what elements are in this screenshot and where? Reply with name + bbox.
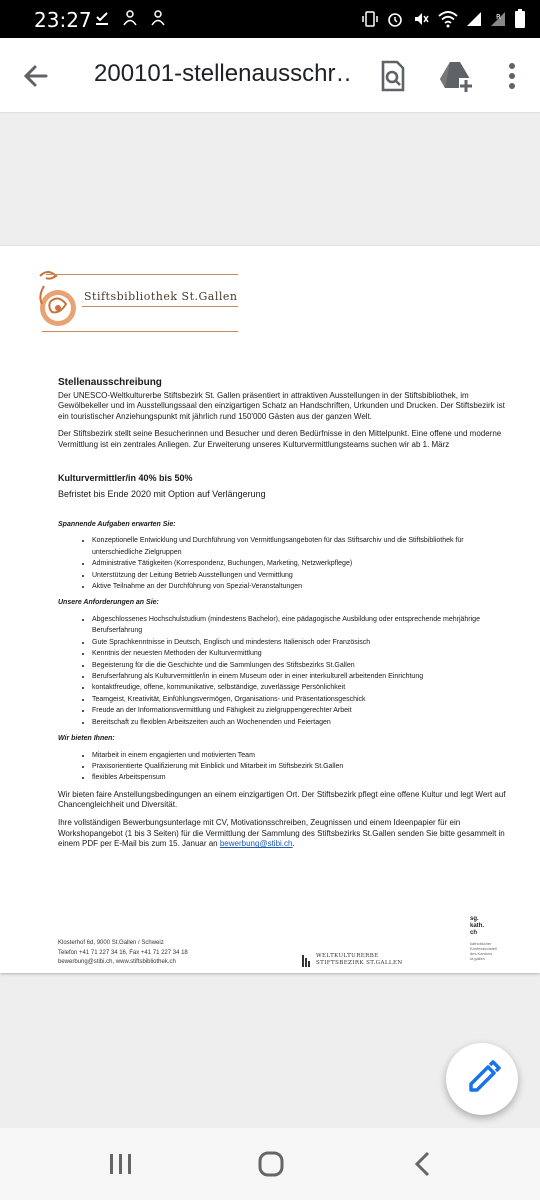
- svg-text:R: R: [496, 13, 501, 21]
- intro-paragraph: Der Stiftsbezirk stellt seine Besucherin…: [58, 429, 502, 449]
- list-item: kontaktfreudige, offene, kommunikative, …: [92, 682, 514, 693]
- home-icon: [258, 1151, 284, 1177]
- back-arrow-button[interactable]: [18, 58, 54, 94]
- search-document-icon: [381, 60, 405, 92]
- more-vert-icon: [509, 63, 515, 89]
- list-item: Abgeschlossenes Hochschulstudium (mindes…: [92, 614, 514, 637]
- signal-icon: [467, 12, 481, 26]
- job-subtitle: Befristet bis Ende 2020 mit Option auf V…: [58, 489, 266, 500]
- list-item: Berufserfahrung als Kulturvermittler/in …: [92, 671, 514, 682]
- system-back-button[interactable]: [404, 1148, 440, 1180]
- application-paragraph: Ihre vollständigen Bewerbungsunterlage m…: [58, 818, 514, 850]
- add-to-drive-button[interactable]: [437, 58, 473, 94]
- recent-apps-button[interactable]: [102, 1148, 138, 1180]
- list-item: Mitarbeit in einem engagierten und motiv…: [92, 750, 514, 761]
- list-item: Praxisorientierte Qualifizierung mit Ein…: [92, 761, 514, 772]
- status-right-icons: R: [362, 9, 526, 29]
- list-item: Bereitschaft zu flexiblen Arbeitszeiten …: [92, 717, 514, 728]
- closing-paragraph: Wir bieten faire Anstellungsbedingungen …: [58, 789, 506, 810]
- alarm-icon: [388, 13, 402, 27]
- logo-rule-middle: [82, 306, 238, 307]
- edit-pencil-icon: [469, 1060, 501, 1092]
- wifi-icon: [438, 11, 458, 28]
- ornamental-initial-icon: [39, 271, 76, 326]
- sg-logo-line: kath.: [470, 923, 485, 929]
- document-page: Stiftsbibliothek St.Gallen Stellenaussch…: [0, 246, 540, 973]
- sg-kath-logo: sg. kath. ch katholischer Konfessionstei…: [470, 916, 497, 961]
- check-download-icon: [96, 12, 108, 25]
- list-item: Unterstützung der Leitung Betrieb Ausste…: [92, 570, 514, 581]
- section-heading: Spannende Aufgaben erwarten Sie:: [58, 520, 176, 528]
- footer-phone: Telefon +41 71 227 34 16, Fax +41 71 227…: [58, 949, 188, 956]
- list-item: Teamgeist, Kreativität, Einfühlungsvermö…: [92, 694, 514, 705]
- application-email-link[interactable]: bewerbung@stibi.ch: [220, 839, 293, 848]
- heritage-line-2: Stiftsbezirk St.Gallen: [316, 960, 403, 966]
- logo-wordmark: Stiftsbibliothek St.Gallen: [84, 290, 238, 303]
- vibrate-icon: [362, 11, 378, 27]
- heritage-emblem-icon: [302, 955, 310, 967]
- more-options-button[interactable]: [494, 58, 530, 94]
- footer-heritage: Weltkulturerbe Stiftsbezirk St.Gallen: [302, 953, 403, 967]
- list-item: Aktive Teilnahme an der Durchführung von…: [92, 581, 514, 592]
- requirements-list: Abgeschlossenes Hochschulstudium (mindes…: [58, 614, 514, 728]
- intro-paragraph: Der UNESCO-Weltkulturerbe Stiftsbezirk S…: [58, 390, 505, 421]
- list-item: Kenntnis der neuesten Methoden der Kultu…: [92, 648, 514, 659]
- list-item: Konzeptionelle Entwicklung und Durchführ…: [92, 535, 514, 558]
- sg-sub-line: st.gallen: [470, 956, 485, 961]
- footer-web: bewerbung@stibi.ch, www.stiftsbibliothek…: [58, 959, 176, 966]
- section-heading: Unsere Anforderungen an Sie:: [58, 599, 159, 607]
- home-button[interactable]: [252, 1148, 288, 1180]
- app-bar: 200101-stellenausschr…: [0, 38, 540, 113]
- person-icon: [123, 10, 137, 26]
- logo-rule-bottom: [42, 331, 238, 332]
- tasks-list: Konzeptionelle Entwicklung und Durchführ…: [58, 535, 514, 592]
- status-time: 23:27: [34, 8, 92, 32]
- document-heading: Stellenausschreibung: [58, 377, 162, 388]
- list-item: flexibles Arbeitspensum: [92, 772, 514, 783]
- find-in-document-button[interactable]: [375, 58, 411, 94]
- section-heading: Wir bieten Ihnen:: [58, 735, 115, 743]
- back-arrow-icon: [23, 65, 48, 87]
- list-item: Begeisterung für die die Geschichte und …: [92, 660, 514, 671]
- list-item: Administrative Tätigkeiten (Korresponden…: [92, 558, 514, 569]
- sg-logo-subtitle: katholischer Konfessionsteil des Kantons…: [470, 941, 497, 961]
- document-title: 200101-stellenausschr…: [94, 60, 354, 87]
- status-bar: 23:27 R: [0, 0, 540, 38]
- stiftsbibliothek-logo: Stiftsbibliothek St.Gallen: [34, 268, 238, 332]
- list-item: Freude an der Informationsvermittlung un…: [92, 705, 514, 716]
- status-left-icons: [94, 10, 166, 26]
- logo-rule-top: [46, 274, 238, 275]
- edit-fab-button[interactable]: [446, 1043, 518, 1115]
- sg-logo-line: sg.: [470, 916, 479, 922]
- offers-list: Mitarbeit in einem engagierten und motiv…: [58, 750, 514, 784]
- footer-contact: Klosterhof 6d, 9000 St.Gallen / Schweiz …: [58, 939, 188, 968]
- battery-icon: [515, 9, 525, 28]
- list-item: Gute Sprachkenntnisse in Deutsch, Englis…: [92, 637, 514, 648]
- back-icon: [414, 1151, 430, 1177]
- recent-apps-icon: [110, 1154, 131, 1174]
- person-icon: [151, 10, 165, 26]
- document-body: Stellenausschreibung Der UNESCO-Weltkult…: [58, 377, 514, 857]
- mute-icon: [415, 13, 429, 25]
- sg-logo-line: ch: [470, 930, 478, 936]
- job-title: Kulturvermittler/in 40% bis 50%: [58, 472, 193, 483]
- add-to-drive-icon: [440, 62, 473, 92]
- system-nav-bar: [0, 1128, 540, 1200]
- heritage-line-1: Weltkulturerbe: [316, 953, 379, 959]
- roaming-signal-icon: R: [491, 12, 505, 26]
- application-end: .: [292, 839, 295, 849]
- footer-address: Klosterhof 6d, 9000 St.Gallen / Schweiz: [58, 940, 164, 946]
